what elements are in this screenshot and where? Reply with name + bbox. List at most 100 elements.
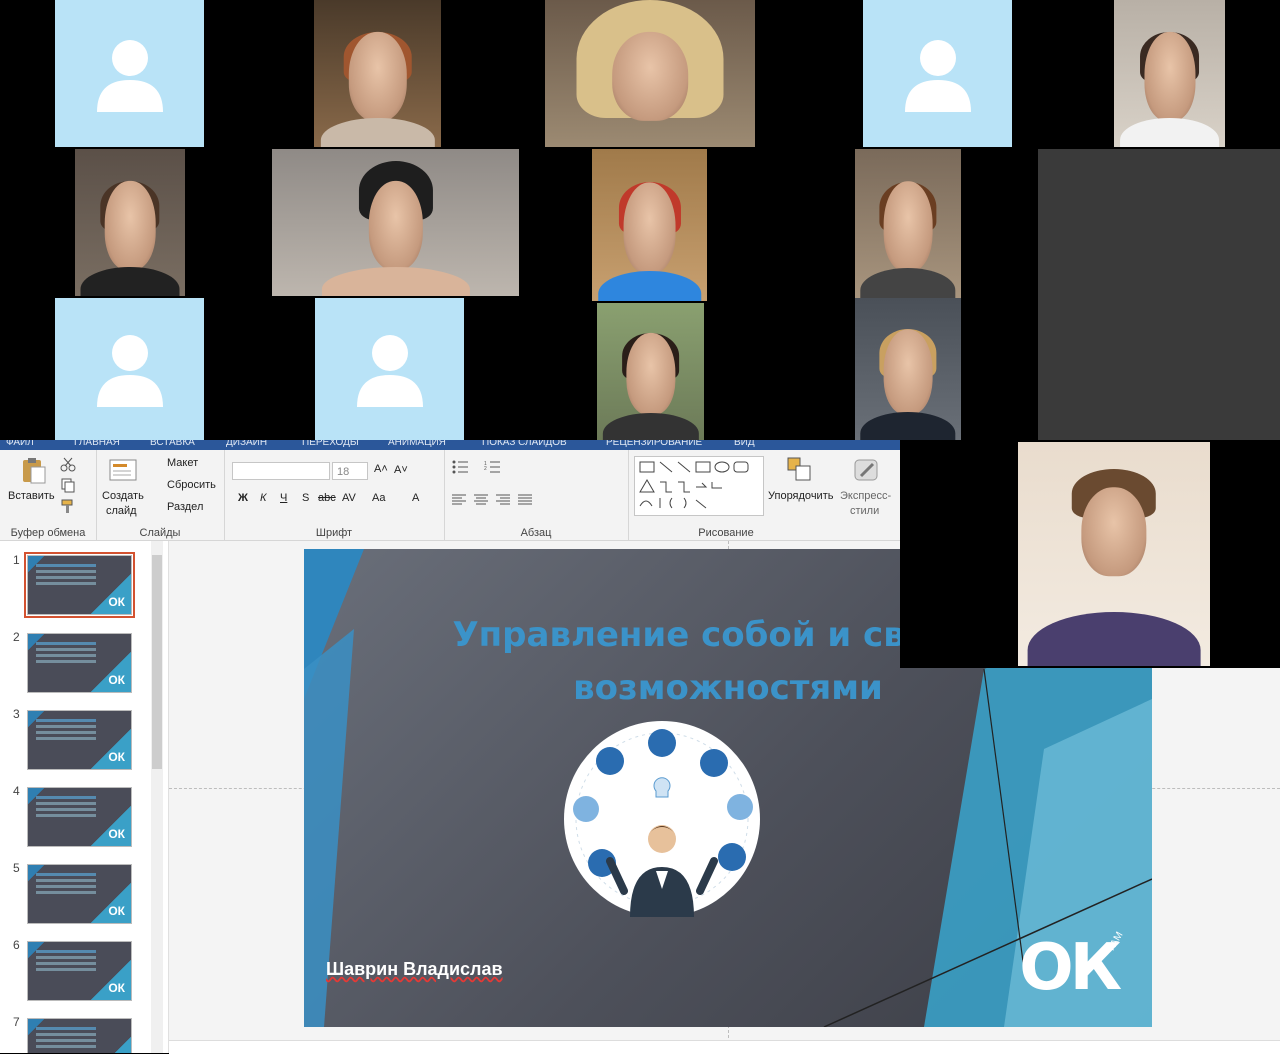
- shapes-icon: [639, 461, 749, 509]
- ok-logo: ОК: [1019, 931, 1122, 1005]
- paragraph-group-label: Абзац: [520, 527, 552, 539]
- thumbnail-number: 7: [13, 1015, 20, 1029]
- slide-thumbnail[interactable]: ОК: [24, 552, 135, 618]
- participant-tile[interactable]: [55, 0, 204, 147]
- section-button[interactable]: Раздел: [167, 501, 203, 513]
- user-avatar-icon: [96, 335, 163, 407]
- thumbnail-logo: ОК: [108, 981, 125, 995]
- shadow-button[interactable]: S: [302, 492, 309, 504]
- active-speaker-video[interactable]: [900, 440, 1280, 668]
- tab-insert[interactable]: ВСТАВКА: [150, 440, 195, 448]
- empty-tile: [1038, 149, 1280, 440]
- align-center-icon[interactable]: [474, 494, 488, 506]
- strikethrough-button[interactable]: abc: [318, 492, 336, 504]
- new-slide-button[interactable]: Создать: [102, 490, 144, 502]
- participant-video[interactable]: [1114, 0, 1225, 147]
- quick-styles-icon[interactable]: [853, 456, 881, 484]
- user-avatar-icon: [356, 335, 423, 407]
- char-spacing-button[interactable]: AV: [342, 492, 356, 504]
- cut-icon[interactable]: [60, 456, 76, 472]
- reset-button[interactable]: Сбросить: [167, 479, 216, 491]
- clipboard-group-label: Буфер обмена: [10, 527, 86, 539]
- new-slide-button-line2[interactable]: слайд: [106, 505, 137, 517]
- format-painter-icon[interactable]: [60, 498, 76, 514]
- arrange-icon[interactable]: [786, 456, 814, 484]
- align-left-icon[interactable]: [452, 494, 466, 506]
- tab-review[interactable]: РЕЦЕНЗИРОВАНИЕ: [606, 440, 702, 448]
- tab-transitions[interactable]: ПЕРЕХОДЫ: [302, 440, 359, 448]
- participant-tile[interactable]: [315, 298, 464, 440]
- slide-thumbnail[interactable]: ОК: [27, 787, 132, 847]
- italic-button[interactable]: К: [260, 492, 266, 504]
- participant-video[interactable]: [597, 303, 704, 440]
- author-name: Шаврин Владислав: [326, 959, 503, 979]
- slide-thumbnail[interactable]: ОК: [27, 1018, 132, 1053]
- thumbnail-logo: ОК: [108, 904, 125, 918]
- layout-button[interactable]: Макет: [167, 457, 198, 469]
- person-juggling-icons-illustration: [573, 729, 753, 917]
- quick-styles-button-line2[interactable]: стили: [850, 505, 879, 517]
- font-group: 18 A˄ A˅ Ж К Ч S abc AV Aa A Шрифт: [224, 450, 445, 540]
- slide-author[interactable]: Шаврин Владислав: [326, 959, 503, 980]
- align-right-icon[interactable]: [496, 494, 510, 506]
- slide-thumbnail[interactable]: ОК: [27, 710, 132, 770]
- font-name-field[interactable]: [232, 462, 330, 480]
- participant-video[interactable]: [545, 0, 755, 147]
- paragraph-group: 12 Абзац: [444, 450, 629, 540]
- clipboard-group: Вставить Буфер обмена: [0, 450, 97, 540]
- thumbnails-scrollbar[interactable]: [151, 541, 163, 1053]
- font-group-label: Шрифт: [315, 527, 353, 539]
- thumbnail-number: 1: [13, 553, 20, 567]
- thumbnail-logo: ОК: [108, 673, 125, 687]
- participant-video[interactable]: [592, 149, 707, 301]
- quick-styles-button[interactable]: Экспресс-: [840, 490, 891, 502]
- grow-font-button[interactable]: A˄: [374, 463, 388, 475]
- bullets-icon[interactable]: [452, 460, 468, 474]
- tab-design[interactable]: ДИЗАЙН: [226, 440, 267, 448]
- underline-button[interactable]: Ч: [280, 492, 287, 504]
- svg-text:2: 2: [484, 466, 487, 472]
- participant-video[interactable]: [855, 149, 961, 298]
- participant-tile[interactable]: [863, 0, 1012, 147]
- tab-slideshow[interactable]: ПОКАЗ СЛАЙДОВ: [482, 440, 567, 448]
- justify-icon[interactable]: [518, 494, 532, 506]
- user-avatar-icon: [904, 39, 971, 112]
- font-color-button[interactable]: A: [412, 492, 419, 504]
- tab-view[interactable]: ВИД: [734, 440, 755, 448]
- tab-home[interactable]: ГЛАВНАЯ: [74, 440, 120, 448]
- drawing-group-label: Рисование: [698, 527, 754, 539]
- numbering-icon[interactable]: 12: [484, 460, 500, 474]
- participant-tile[interactable]: [55, 298, 204, 440]
- change-case-button[interactable]: Aa: [372, 492, 385, 504]
- bold-button[interactable]: Ж: [238, 492, 248, 504]
- thumbnail-number: 5: [13, 861, 20, 875]
- thumbnail-number: 3: [13, 707, 20, 721]
- thumbnail-logo: ОК: [108, 750, 125, 764]
- paste-icon[interactable]: [18, 456, 48, 486]
- participant-video[interactable]: [272, 149, 519, 296]
- participant-video[interactable]: [314, 0, 441, 147]
- slides-group: Создать слайд Макет Сбросить Раздел Слай…: [96, 450, 225, 540]
- slide-thumbnail[interactable]: ОК: [27, 633, 132, 693]
- participant-video[interactable]: [75, 149, 185, 296]
- thumbnail-logo: ОК: [108, 595, 125, 609]
- tab-file[interactable]: ФАЙЛ: [6, 440, 34, 448]
- slide-thumbnail[interactable]: ОК: [27, 864, 132, 924]
- participant-video[interactable]: [855, 298, 961, 440]
- slide-thumbnail[interactable]: ОК: [27, 941, 132, 1001]
- speaker-video: [1018, 442, 1210, 666]
- paste-button[interactable]: Вставить: [8, 490, 55, 502]
- copy-icon[interactable]: [60, 477, 76, 493]
- tab-animation[interactable]: АНИМАЦИЯ: [388, 440, 446, 448]
- arrange-button[interactable]: Упорядочить: [768, 490, 833, 502]
- thumbnail-number: 4: [13, 784, 20, 798]
- notes-bar[interactable]: [169, 1040, 1280, 1054]
- new-slide-icon[interactable]: [108, 456, 138, 484]
- scrollbar-thumb[interactable]: [152, 555, 162, 769]
- user-avatar-icon: [96, 39, 163, 112]
- drawing-group: Упорядочить Экспресс- стили Рисование: [628, 450, 900, 540]
- font-size-field[interactable]: 18: [332, 462, 368, 480]
- shrink-font-button[interactable]: A˅: [394, 464, 408, 476]
- thumbnail-number: 6: [13, 938, 20, 952]
- illustration-circle: [564, 721, 760, 917]
